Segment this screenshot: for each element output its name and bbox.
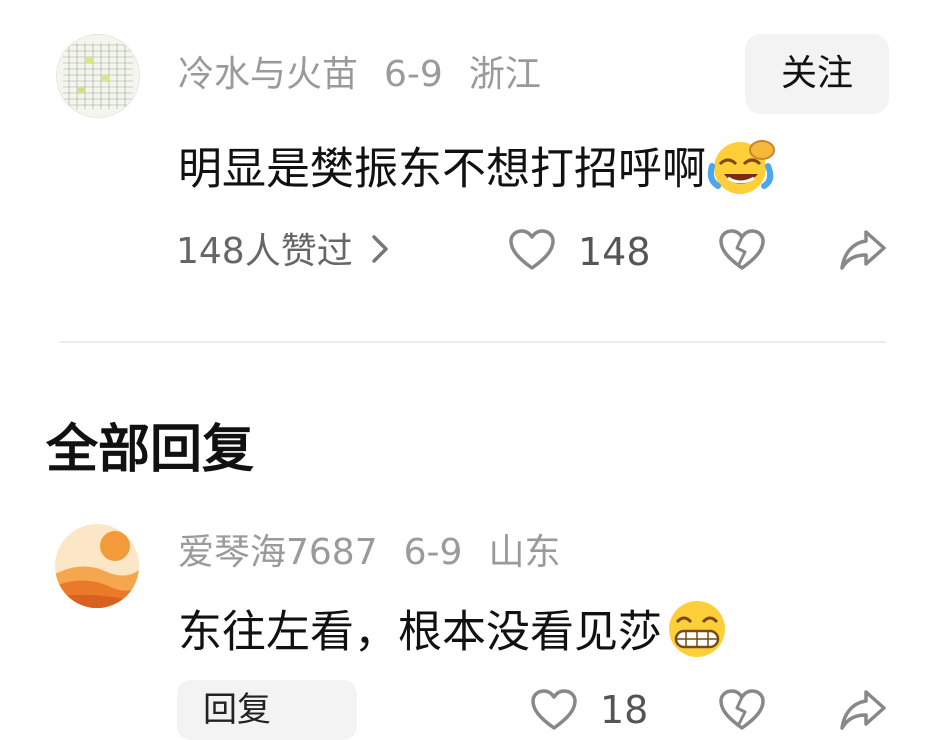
reply-button-label: 回复 — [203, 690, 271, 730]
broken-heart-icon — [719, 689, 765, 730]
follow-button[interactable]: 关注 — [745, 34, 889, 114]
divider — [60, 341, 886, 343]
comment-text: 明显是樊振东不想打招呼啊 — [178, 143, 706, 195]
comment-username[interactable]: 冷水与火苗 — [178, 54, 358, 95]
heart-icon — [509, 229, 555, 270]
comment-text-row: 明显是樊振东不想打招呼啊 — [178, 136, 778, 207]
avatar-grid-image — [57, 35, 139, 117]
user-avatar[interactable] — [56, 34, 140, 118]
like-button[interactable] — [508, 228, 556, 272]
laughing-crying-emoji-icon — [706, 136, 778, 207]
reply-date: 6-9 — [403, 532, 463, 573]
share-icon — [840, 690, 886, 730]
share-button[interactable] — [838, 226, 888, 274]
reply-user-avatar[interactable] — [55, 524, 139, 608]
heart-icon — [531, 689, 577, 730]
reply-share-button[interactable] — [838, 686, 888, 734]
avatar-desert-image — [55, 524, 139, 608]
chevron-right-icon — [371, 233, 389, 273]
reply-location: 山东 — [488, 532, 561, 573]
reply-meta: 爱琴海7687 6-9 山东 — [178, 533, 586, 573]
grinning-emoji-icon — [662, 598, 732, 671]
like-count: 148 — [578, 230, 651, 274]
reply-dislike-button[interactable] — [718, 688, 766, 732]
section-title: 全部回复 — [46, 420, 255, 480]
reply-username[interactable]: 爱琴海7687 — [178, 532, 378, 573]
reply-like-button[interactable] — [530, 688, 578, 732]
reply-like-count: 18 — [600, 688, 649, 732]
comment-meta: 冷水与火苗 6-9 浙江 — [178, 55, 567, 95]
share-icon — [840, 230, 886, 270]
reply-text: 东往左看，根本没看见莎 — [178, 606, 662, 658]
likes-summary-text: 148人赞过 — [176, 231, 353, 272]
comment-location: 浙江 — [468, 54, 541, 95]
comment-date: 6-9 — [384, 54, 443, 95]
reply-button[interactable]: 回复 — [177, 680, 357, 740]
likes-summary[interactable]: 148人赞过 — [176, 232, 389, 273]
reply-text-row: 东往左看，根本没看见莎 — [178, 598, 732, 671]
dislike-button[interactable] — [718, 228, 766, 272]
broken-heart-icon — [719, 229, 765, 270]
